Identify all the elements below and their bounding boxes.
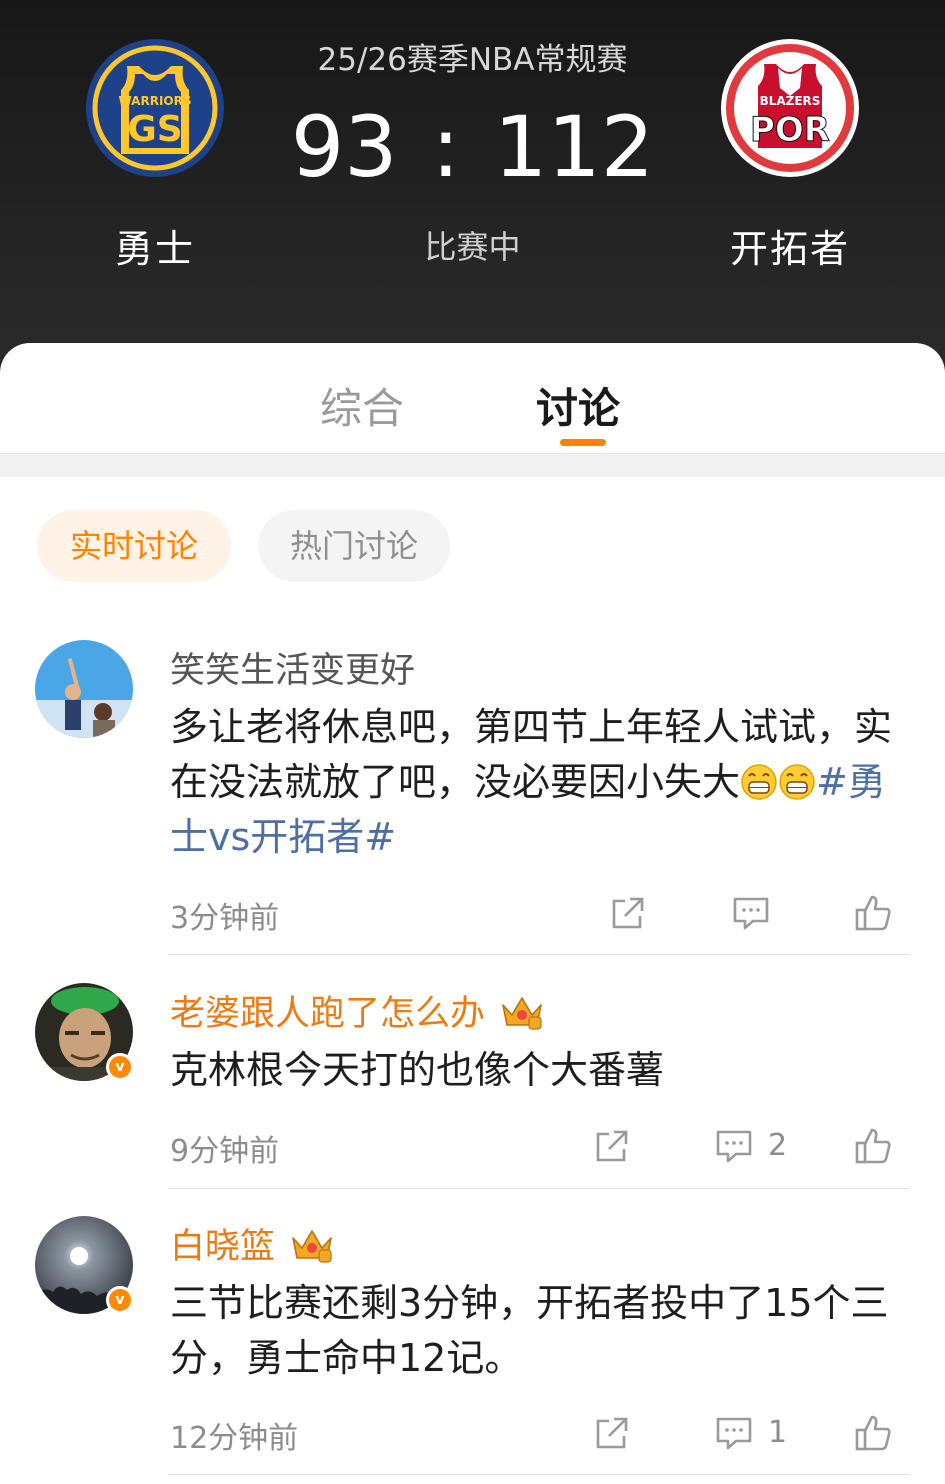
verified-badge-icon: v [106,1053,134,1081]
comment-text: 多让老将休息吧，第四节上年轻人试试，实在没法就放了吧，没必要因小失大 #勇士vs开… [170,700,915,865]
verified-badge-icon: v [106,1286,134,1314]
comment-divider [168,1188,910,1189]
away-team-name: 开拓者 [729,227,850,271]
vip-crown-icon [292,1230,332,1263]
reply-button[interactable] [731,893,771,933]
comment-text: 三节比赛还剩3分钟，开拓者投中了15个三分，勇士命中12记。 [170,1281,889,1380]
comment-time: 12分钟前 [170,1421,299,1456]
avatar[interactable] [35,640,133,738]
grin-emoji-icon [779,764,815,800]
share-button[interactable] [592,1126,632,1166]
tab-overview[interactable]: 综合 [320,375,404,436]
tab-bar: 综合 讨论 [0,343,945,453]
thumbs-up-icon [855,1128,891,1164]
section-divider [0,453,945,477]
svg-text:BLAZERS: BLAZERS [760,94,821,108]
content-panel: 综合 讨论 实时讨论 热门讨论 笑笑生活变更好 多让老将休息吧，第四节上年轻人试… [0,343,945,1484]
blazers-logo-icon: BLAZERS POR [721,39,859,177]
home-score: 93 [290,98,398,196]
comment-icon [733,897,769,930]
thumbs-up-icon [855,895,891,931]
comment-time: 9分钟前 [170,1134,280,1169]
comment-divider [168,1474,910,1475]
share-icon [596,1417,628,1449]
away-score: 112 [493,98,655,196]
share-icon [612,897,644,929]
reply-button[interactable]: 2 [714,1126,787,1166]
like-button[interactable] [853,1413,893,1453]
score-separator: : [431,98,460,196]
like-button[interactable] [853,1126,893,1166]
reply-count: 1 [768,1415,788,1450]
vip-crown-icon [502,997,542,1030]
comment-time: 3分钟前 [170,901,280,936]
grin-emoji-icon [741,764,777,800]
reply-count: 2 [768,1128,788,1163]
comment-username[interactable]: 白晓篮 [170,1218,335,1269]
username-text: 老婆跟人跑了怎么办 [170,994,486,1034]
comment-icon [716,1417,752,1450]
filter-realtime[interactable]: 实时讨论 [37,510,231,582]
share-icon [596,1130,628,1162]
away-team[interactable]: BLAZERS POR 开拓者 [700,38,880,273]
svg-text:POR: POR [750,110,830,150]
filter-hot[interactable]: 热门讨论 [258,510,450,582]
username-text: 白晓篮 [170,1227,276,1267]
share-button[interactable] [592,1413,632,1453]
comment-icon [716,1130,752,1163]
tab-discussion[interactable]: 讨论 [536,375,620,436]
comment-divider [168,954,910,955]
comment-username[interactable]: 老婆跟人跑了怎么办 [170,985,545,1036]
thumbs-up-icon [855,1415,891,1451]
reply-button[interactable]: 1 [714,1413,787,1453]
comment-username[interactable]: 笑笑生活变更好 [170,642,415,693]
active-tab-indicator [560,439,606,446]
avatar-image-icon [35,640,133,738]
comment-text: 克林根今天打的也像个大番薯 [170,1048,665,1092]
like-button[interactable] [853,893,893,933]
scoreboard-header: WARRIORS GS 勇士 25/26赛季NBA常规赛 93:112 比赛中 … [0,0,945,380]
share-button[interactable] [608,893,648,933]
